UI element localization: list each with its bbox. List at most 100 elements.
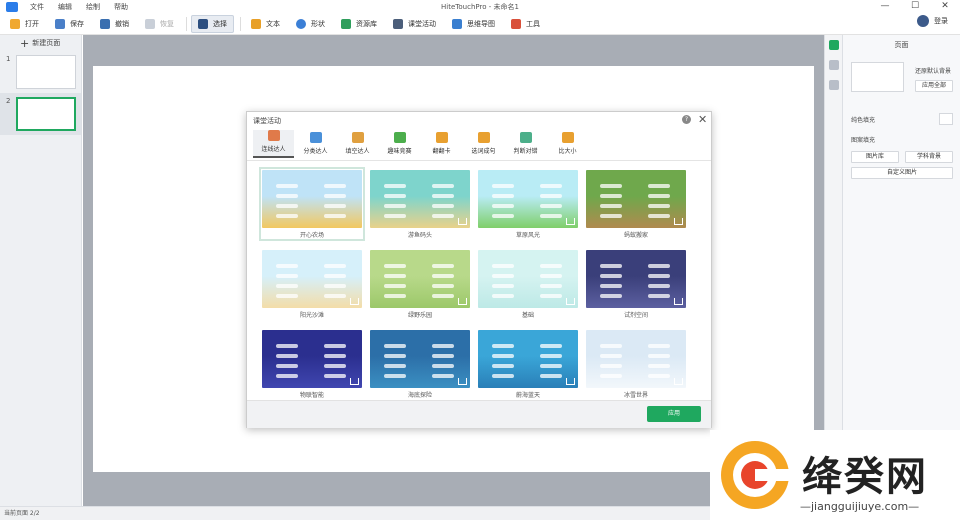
slide-thumb-2[interactable]: 2 bbox=[0, 93, 81, 135]
minimize-button[interactable]: — bbox=[870, 0, 900, 13]
template-card[interactable]: 游鱼码头 bbox=[370, 170, 470, 239]
download-icon[interactable] bbox=[674, 298, 683, 305]
login-button[interactable]: 登录 bbox=[917, 15, 948, 27]
activity-button[interactable]: 课堂活动 bbox=[387, 15, 442, 33]
restore-background-link[interactable]: 还原默认背景 bbox=[915, 66, 951, 75]
tools-button[interactable]: 工具 bbox=[505, 15, 546, 33]
apply-button[interactable]: 应用 bbox=[647, 406, 701, 422]
tab-true-false[interactable]: 判断对错 bbox=[505, 130, 546, 158]
download-icon[interactable] bbox=[350, 378, 359, 385]
tab-flip-card[interactable]: 翻翻卡 bbox=[421, 130, 462, 158]
option-pill bbox=[492, 364, 514, 368]
option-pill bbox=[492, 274, 514, 278]
template-card[interactable]: 基础 bbox=[478, 250, 578, 319]
custom-image-button[interactable]: 自定义图片 bbox=[851, 167, 953, 179]
tab-sentence[interactable]: 选词成句 bbox=[463, 130, 504, 158]
slide-number: 1 bbox=[6, 55, 11, 63]
tab-matching[interactable]: 连线达人 bbox=[253, 130, 294, 158]
option-pill bbox=[324, 264, 346, 268]
template-card[interactable]: 蚂蚁搬家 bbox=[586, 170, 686, 239]
login-label: 登录 bbox=[934, 17, 948, 25]
option-pill bbox=[540, 274, 562, 278]
option-pill bbox=[432, 354, 454, 358]
save-label: 保存 bbox=[70, 19, 84, 28]
option-pill bbox=[540, 364, 562, 368]
template-card[interactable]: 阳光沙滩 bbox=[262, 250, 362, 319]
open-button[interactable]: 打开 bbox=[4, 15, 45, 33]
option-pill bbox=[276, 274, 298, 278]
select-button[interactable]: 选择 bbox=[191, 14, 234, 33]
menu-edit[interactable]: 编辑 bbox=[58, 2, 72, 12]
tab-compare[interactable]: 比大小 bbox=[547, 130, 588, 158]
dialog-footer: 应用 bbox=[247, 400, 711, 428]
template-label: 物联智能 bbox=[299, 392, 324, 399]
option-pill bbox=[492, 284, 514, 288]
template-thumbnail bbox=[370, 330, 470, 388]
option-pill bbox=[384, 354, 406, 358]
subject-background-button[interactable]: 学科背景 bbox=[905, 151, 953, 163]
shape-label: 形状 bbox=[311, 19, 325, 28]
apply-all-button[interactable]: 应用全部 bbox=[915, 80, 953, 92]
tab-classify[interactable]: 分类达人 bbox=[295, 130, 336, 158]
menu-help[interactable]: 帮助 bbox=[114, 2, 128, 12]
option-pill bbox=[492, 344, 514, 348]
text-button[interactable]: 文本 bbox=[245, 15, 286, 33]
template-card[interactable]: 草原风光 bbox=[478, 170, 578, 239]
help-icon[interactable]: ? bbox=[682, 115, 691, 124]
template-card[interactable]: 开心农场 bbox=[259, 167, 365, 241]
text-label: 文本 bbox=[266, 19, 280, 28]
option-pill bbox=[384, 264, 406, 268]
list-icon bbox=[309, 132, 322, 143]
download-icon[interactable] bbox=[566, 298, 575, 305]
template-card[interactable]: 冰雪世界 bbox=[586, 330, 686, 399]
template-card[interactable]: 试剂空间 bbox=[586, 250, 686, 319]
template-card[interactable]: 海底探险 bbox=[370, 330, 470, 399]
slide-thumb-1[interactable]: 1 bbox=[0, 51, 81, 93]
option-pill bbox=[540, 264, 562, 268]
toolbar: 打开 保存 撤销 恢复 选择 文本 形状 资源库 课堂活动 思维导图 工具 登录 bbox=[0, 13, 960, 35]
template-card[interactable]: 蔚海蓝天 bbox=[478, 330, 578, 399]
animation-icon[interactable] bbox=[828, 60, 839, 70]
download-icon[interactable] bbox=[458, 298, 467, 305]
shape-icon bbox=[296, 18, 306, 29]
layer-icon[interactable] bbox=[828, 80, 839, 90]
close-button[interactable]: ✕ bbox=[930, 0, 960, 13]
option-pill bbox=[648, 354, 670, 358]
color-picker[interactable] bbox=[939, 113, 953, 125]
plus-icon: + bbox=[20, 36, 30, 50]
download-icon[interactable] bbox=[350, 298, 359, 305]
template-card[interactable]: 物联智能 bbox=[262, 330, 362, 399]
gallery-button[interactable]: 图片库 bbox=[851, 151, 899, 163]
option-pill bbox=[324, 194, 346, 198]
download-icon[interactable] bbox=[674, 378, 683, 385]
option-pill bbox=[324, 204, 346, 208]
download-icon[interactable] bbox=[566, 218, 575, 225]
option-pill bbox=[492, 374, 514, 378]
menu-file[interactable]: 文件 bbox=[30, 2, 44, 12]
close-icon[interactable]: ✕ bbox=[698, 113, 707, 126]
download-icon[interactable] bbox=[566, 378, 575, 385]
download-icon[interactable] bbox=[458, 378, 467, 385]
maximize-button[interactable]: ☐ bbox=[900, 0, 930, 13]
undo-label: 撤销 bbox=[115, 19, 129, 28]
save-button[interactable]: 保存 bbox=[49, 15, 90, 33]
shape-button[interactable]: 形状 bbox=[290, 15, 331, 33]
download-icon[interactable] bbox=[674, 218, 683, 225]
tab-fill-blank[interactable]: 填空达人 bbox=[337, 130, 378, 158]
new-page-button[interactable]: + 新建页面 bbox=[0, 35, 81, 51]
option-pill bbox=[540, 344, 562, 348]
page-settings-icon[interactable] bbox=[828, 40, 839, 50]
menu-draw[interactable]: 绘制 bbox=[86, 2, 100, 12]
option-pill bbox=[600, 374, 622, 378]
mindmap-button[interactable]: 思维导图 bbox=[446, 15, 501, 33]
template-card[interactable]: 绿野乐园 bbox=[370, 250, 470, 319]
resources-button[interactable]: 资源库 bbox=[335, 15, 383, 33]
redo-button[interactable]: 恢复 bbox=[139, 15, 180, 33]
tab-quiz[interactable]: 趣味竞赛 bbox=[379, 130, 420, 158]
option-pill bbox=[492, 354, 514, 358]
mindmap-label: 思维导图 bbox=[467, 19, 495, 28]
redo-icon bbox=[145, 18, 155, 29]
undo-button[interactable]: 撤销 bbox=[94, 15, 135, 33]
download-icon[interactable] bbox=[458, 218, 467, 225]
template-label: 绿野乐园 bbox=[407, 312, 432, 319]
